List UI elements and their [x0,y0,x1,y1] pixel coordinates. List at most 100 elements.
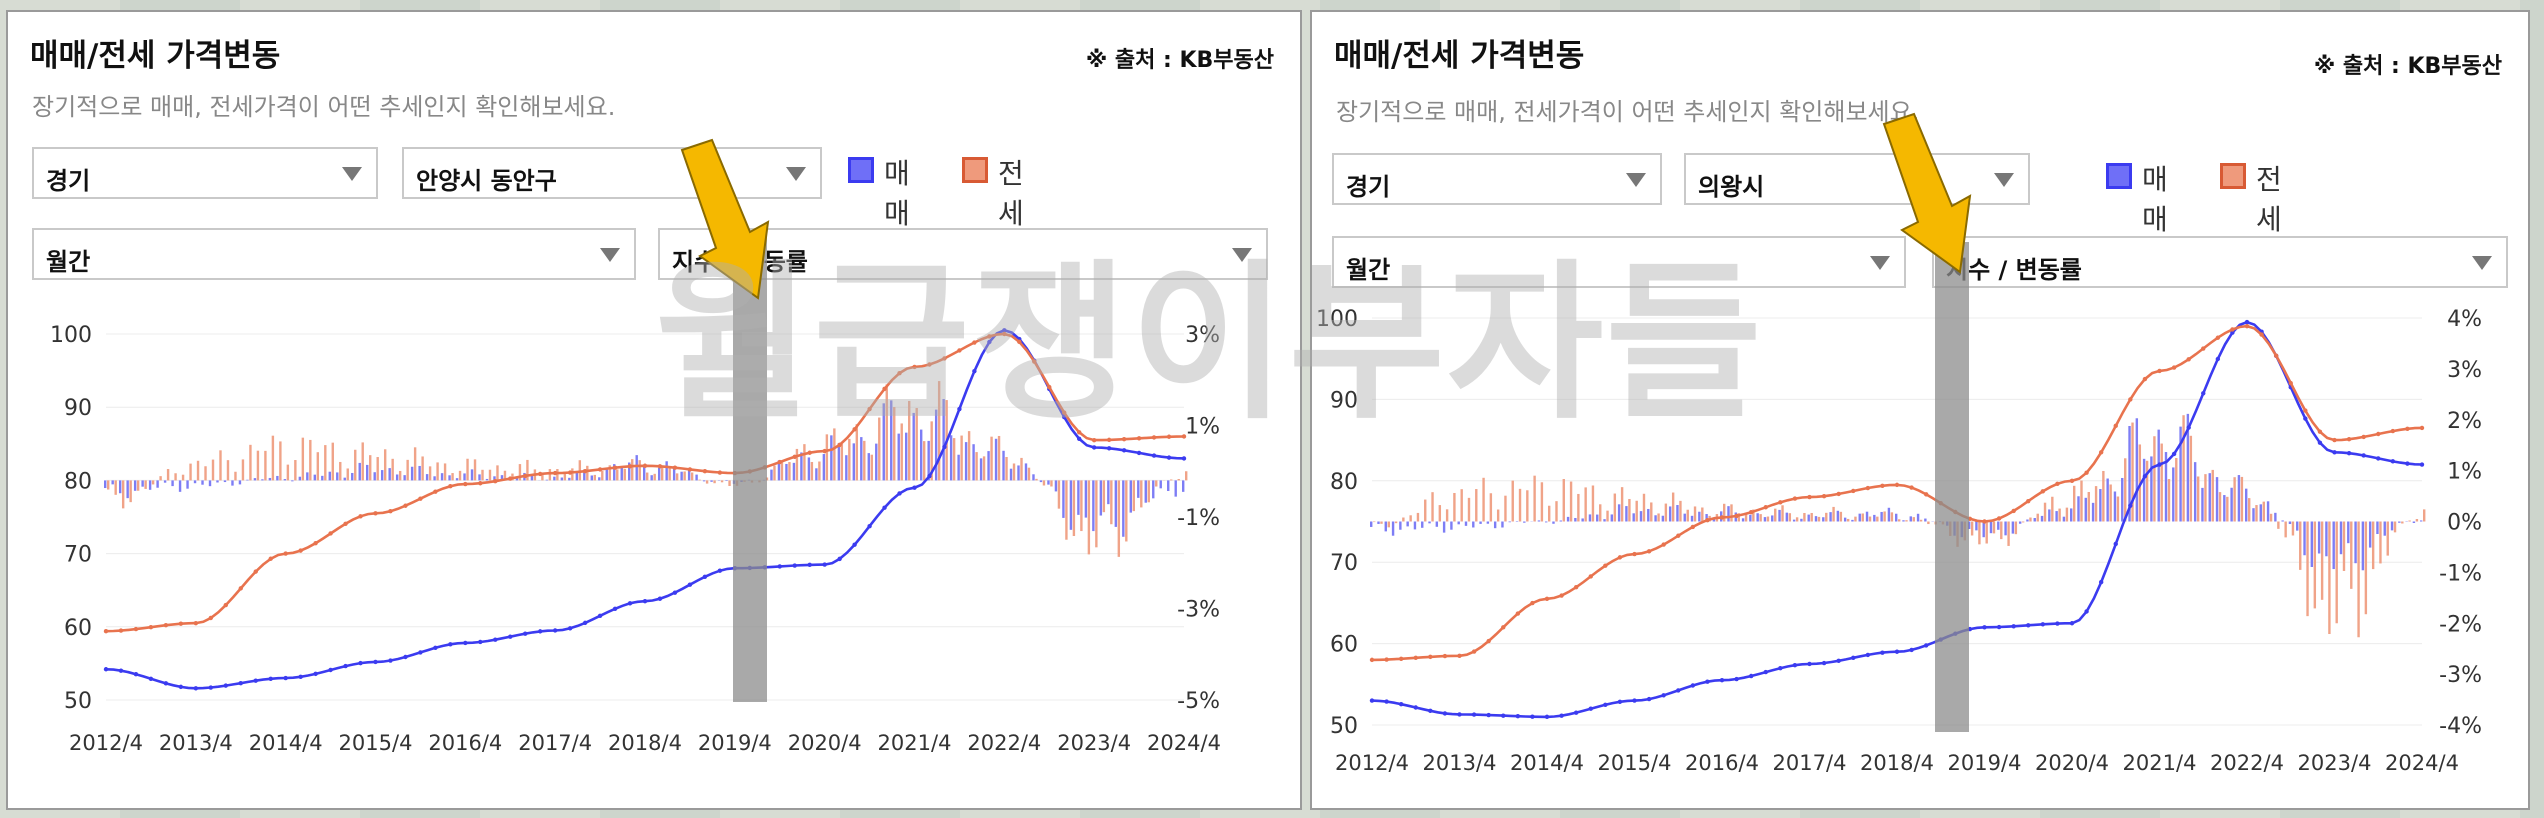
sale-point [508,634,513,639]
y2-tick-label: -1% [2439,561,2482,586]
jeonse-rate-bar [2299,521,2302,570]
sale-point [2040,622,2046,627]
jeonse-point [1428,654,1433,660]
sale-rate-bar [276,475,279,481]
sale-rate-bar [1069,480,1073,530]
jeonse-point [448,484,453,489]
jeonse-rate-bar [421,456,424,481]
sale-rate-bar [957,454,960,481]
sale-rate-bar [2070,508,2073,522]
jeonse-rate-bar [788,462,791,481]
jeonse-rate-bar [383,449,387,481]
sale-rate-bar [410,466,414,481]
jeonse-rate-bar [982,456,986,481]
jeonse-point [2405,426,2410,431]
jeonse-rate-bar [1416,512,1420,522]
sale-rate-bar [2412,521,2416,523]
sale-rate-bar [1406,521,1409,527]
sale-rate-bar [1122,480,1125,537]
sale-rate-bar [2172,467,2175,522]
x-tick-label: 2023/4 [2298,751,2372,775]
jeonse-point [1530,600,1535,606]
sale-rate-bar [2317,521,2321,554]
jeonse-point [2055,481,2060,487]
jeonse-rate-bar [211,459,215,481]
sale-point [2171,451,2177,457]
jeonse-point [1559,593,1564,598]
sale-rate-bar [2361,521,2365,571]
jeonse-rate-bar [2357,521,2360,638]
jeonse-point [223,602,228,608]
sale-rate-bar [223,480,227,483]
sale-point [2055,621,2060,626]
jeonse-rate-bar [818,461,821,481]
x-tick-label: 2016/4 [1685,751,1759,775]
sale-point [882,505,887,510]
sale-rate-bar [1647,508,1650,522]
sale-point [822,562,827,567]
sale-rate-bar [665,461,668,481]
sale-rate-bar [620,467,623,481]
jeonse-rate-bar [1438,505,1442,522]
y-tick-label: 80 [1330,470,1358,495]
jeonse-rate-bar [1147,480,1150,503]
jeonse-point [343,521,348,526]
jeonse-rate-bar [870,454,873,481]
jeonse-rate-bar [1599,504,1602,522]
jeonse-rate-bar [1584,487,1587,522]
jeonse-rate-bar [1803,512,1806,522]
jeonse-rate-bar [1050,480,1053,487]
jeonse-rate-bar [2248,498,2251,522]
sale-rate-bar [1413,521,1417,530]
jeonse-rate-bar [1460,489,1463,522]
jeonse-rate-bar [1817,516,1821,522]
jeonse-rate-bar [1868,516,1872,522]
sale-rate-bar [366,464,369,481]
sale-rate-bar [1690,515,1694,522]
sale-rate-bar [1137,480,1140,498]
jeonse-rate-bar [1620,487,1624,522]
sale-rate-bar [2303,521,2306,556]
sale-rate-bar [845,455,848,481]
jeonse-point [313,540,318,546]
jeonse-rate-bar [181,474,185,481]
jeonse-rate-bar [1548,505,1551,522]
sale-point [1603,702,1608,708]
sale-rate-bar [1588,514,1592,522]
x-tick-label: 2019/4 [698,731,772,755]
jeonse-rate-bar [2036,513,2039,522]
sale-rate-bar [291,480,294,482]
y-tick-label: 100 [50,323,92,348]
sale-point [1880,650,1885,655]
jeonse-rate-bar [1686,509,1689,522]
jeonse-rate-bar [795,448,799,481]
jeonse-rate-bar [1511,480,1514,522]
sale-point [552,628,558,633]
y2-tick-label: -2% [2439,612,2482,637]
jeonse-rate-bar [324,445,327,481]
sale-point [2098,579,2104,585]
sale-rate-bar [231,480,234,486]
sale-rate-bar [2347,521,2350,544]
jeonse-rate-bar [2408,520,2411,522]
jeonse-point [1603,563,1608,568]
jeonse-rate-bar [1057,480,1061,509]
sale-rate-bar [1182,480,1185,492]
jeonse-rate-bar [1810,512,1813,522]
sale-point [2244,319,2250,325]
sale-point [1617,699,1623,704]
jeonse-rate-bar [1475,489,1478,522]
jeonse-rate-bar [2073,485,2076,522]
jeonse-rate-bar [1005,456,1008,481]
sale-point [2069,621,2075,626]
jeonse-point [1778,500,1783,505]
sale-point [1865,652,1871,658]
x-tick-label: 2013/4 [1423,751,1497,775]
jeonse-point [283,551,288,556]
sale-rate-bar [2325,521,2328,557]
sale-rate-bar [1836,510,1840,522]
jeonse-rate-bar [1431,492,1434,522]
jeonse-rate-bar [256,450,260,481]
jeonse-point [2026,498,2031,504]
sale-point [1821,660,1827,666]
